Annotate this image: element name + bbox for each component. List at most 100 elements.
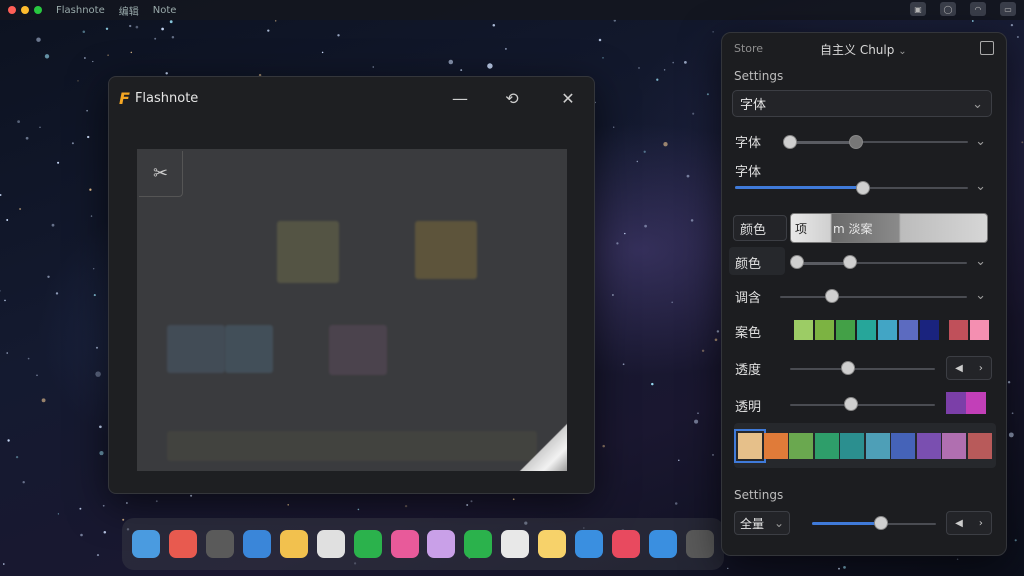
star <box>357 508 360 511</box>
opacity-stepper[interactable]: ◀ › <box>946 356 992 380</box>
capture-canvas[interactable]: ✂ <box>137 149 567 471</box>
bottom-stepper[interactable]: ◀ › <box>946 511 992 535</box>
scissors-icon[interactable]: ✂ <box>139 151 183 197</box>
color-gradient-bar[interactable]: 项 m 淡案 <box>790 213 988 243</box>
color-swatch[interactable] <box>857 320 876 340</box>
transparency-track[interactable] <box>790 404 935 406</box>
dock-app-icon[interactable] <box>169 530 198 558</box>
layout-icon[interactable] <box>980 41 994 55</box>
font-range-knob-end[interactable] <box>848 135 863 149</box>
close-button[interactable]: ✕ <box>555 85 581 111</box>
star <box>638 67 640 69</box>
star <box>25 136 29 140</box>
color-swatch[interactable] <box>899 320 918 340</box>
star <box>103 530 107 534</box>
dock-app-icon[interactable] <box>279 530 308 558</box>
menu-item-app[interactable]: Flashnote <box>56 5 105 16</box>
star <box>122 518 125 521</box>
color-swatch-selected[interactable] <box>734 428 766 463</box>
panel-header-store[interactable]: Store <box>734 42 763 55</box>
star <box>1010 23 1014 27</box>
color-swatch[interactable] <box>763 432 788 459</box>
color-swatch[interactable] <box>878 320 897 340</box>
font-size-knob[interactable] <box>856 181 871 195</box>
star <box>613 126 615 128</box>
color-swatch[interactable] <box>836 320 855 340</box>
zoom-dot[interactable] <box>34 6 42 14</box>
dock-app-icon[interactable] <box>538 530 567 558</box>
scope-select-value: 全量 <box>739 516 764 531</box>
star <box>7 439 10 442</box>
scope-select[interactable]: 全量 ⌄ <box>734 511 790 535</box>
wifi-icon[interactable]: ◠ <box>970 2 986 16</box>
color-swatch[interactable] <box>815 320 834 340</box>
menu-item-note[interactable]: Note <box>153 5 177 16</box>
dock-app-icon[interactable] <box>353 530 382 558</box>
dock-app-icon[interactable] <box>427 530 456 558</box>
caret-right-icon[interactable]: › <box>979 363 983 374</box>
color-swatch[interactable] <box>865 432 890 459</box>
color-swatch[interactable] <box>814 432 839 459</box>
dock-app-icon[interactable] <box>464 530 493 558</box>
star <box>1021 141 1024 144</box>
color-swatch[interactable] <box>942 432 966 459</box>
panel-header-dropdown[interactable]: 自主义 Chulp ⌄ <box>820 41 907 58</box>
font-range-knob-start[interactable] <box>783 135 797 149</box>
dock-app-icon[interactable] <box>648 530 677 558</box>
minimize-button[interactable]: — <box>447 85 473 111</box>
star <box>190 494 193 497</box>
screen-icon[interactable]: ▣ <box>910 2 926 16</box>
dock-app-icon[interactable] <box>390 530 419 558</box>
chevron-down-icon: ⌄ <box>972 97 983 112</box>
chevron-down-icon[interactable]: ⌄ <box>975 254 986 269</box>
dock-app-icon[interactable] <box>132 530 161 558</box>
star <box>714 338 718 342</box>
transparency-knob[interactable] <box>843 397 858 411</box>
chevron-down-icon[interactable]: ⌄ <box>975 288 986 303</box>
dock-app-icon[interactable] <box>574 530 603 558</box>
chevron-down-icon[interactable]: ⌄ <box>975 179 986 194</box>
color-range-knob-end[interactable] <box>842 255 857 269</box>
color-swatch[interactable] <box>794 320 813 340</box>
tone-track[interactable] <box>780 296 967 298</box>
dock-app-icon[interactable] <box>206 530 235 558</box>
color-range-knob-start[interactable] <box>790 255 804 269</box>
star <box>622 363 625 366</box>
circle-icon[interactable]: ◯ <box>940 2 956 16</box>
chevron-down-icon[interactable]: ⌄ <box>975 134 986 149</box>
color-swatch[interactable] <box>916 432 941 459</box>
caret-left-icon[interactable]: ◀ <box>955 363 963 374</box>
color-swatch[interactable] <box>946 392 966 414</box>
color-swatch[interactable] <box>840 432 864 459</box>
color-swatch[interactable] <box>789 432 813 459</box>
bottom-knob[interactable] <box>874 516 889 530</box>
caret-left-icon[interactable]: ◀ <box>955 518 963 529</box>
tone-knob[interactable] <box>825 289 840 303</box>
page-curl-icon[interactable] <box>519 423 567 471</box>
dock-app-icon[interactable] <box>243 530 272 558</box>
dock-app-icon[interactable] <box>316 530 345 558</box>
opacity-knob[interactable] <box>841 361 855 375</box>
minimize-dot[interactable] <box>21 6 29 14</box>
dock-app-icon[interactable] <box>501 530 530 558</box>
color-swatch[interactable] <box>920 320 939 340</box>
caret-right-icon[interactable]: › <box>979 518 983 529</box>
star <box>466 504 469 506</box>
star <box>838 567 840 570</box>
color-swatch[interactable] <box>891 432 915 459</box>
star <box>4 299 6 302</box>
rotate-icon[interactable]: ⟲ <box>499 85 525 111</box>
star <box>99 425 102 429</box>
dock-app-icon[interactable] <box>685 530 714 558</box>
bottom-fill <box>812 522 882 525</box>
color-swatch[interactable] <box>949 320 968 340</box>
dock-app-icon[interactable] <box>611 530 640 558</box>
menu-item-edit[interactable]: 编辑 <box>119 3 139 18</box>
opacity-track[interactable] <box>790 368 935 370</box>
close-dot[interactable] <box>8 6 16 14</box>
battery-icon[interactable]: ▭ <box>1000 2 1016 16</box>
font-select[interactable]: 字体 ⌄ <box>732 90 992 117</box>
color-swatch[interactable] <box>970 320 989 340</box>
color-swatch[interactable] <box>966 392 986 414</box>
color-swatch[interactable] <box>967 432 992 459</box>
